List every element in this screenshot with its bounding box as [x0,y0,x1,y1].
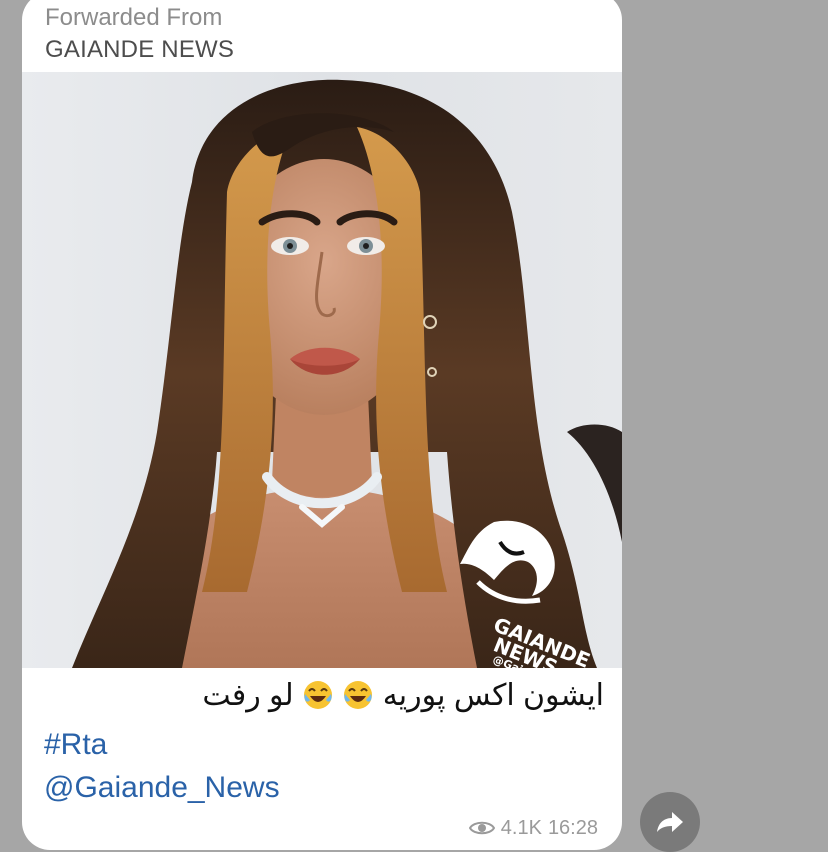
message-time: 16:28 [547,816,598,839]
message-text-tail: لو رفت [202,679,294,712]
share-button[interactable] [640,792,700,852]
message-text: ایشون اکس پوریه لو رفت [44,676,604,716]
message-photo[interactable]: GAIANDE NEWS @Gaiande_News [22,72,622,668]
hashtag-link[interactable]: #Rta [44,727,107,763]
message-text-main: ایشون اکس پوریه [382,679,604,712]
face-with-tears-of-joy-icon [304,681,333,709]
mention-link[interactable]: @Gaiande_News [44,770,280,806]
message-meta: 4.1K 16:28 [468,814,598,842]
face-with-tears-of-joy-icon [344,681,373,709]
message-bubble[interactable]: Forwarded From GAIANDE NEWS GAIANDE NEWS… [22,0,622,850]
eye-icon [468,821,495,835]
forward-header[interactable]: Forwarded From GAIANDE NEWS [45,4,605,64]
forwarded-from-label: Forwarded From [45,4,223,31]
portrait-image: GAIANDE NEWS @Gaiande_News [22,72,622,668]
view-count: 4.1K [500,816,542,839]
forward-source-name[interactable]: GAIANDE NEWS [45,36,605,64]
share-arrow-icon [657,812,683,832]
